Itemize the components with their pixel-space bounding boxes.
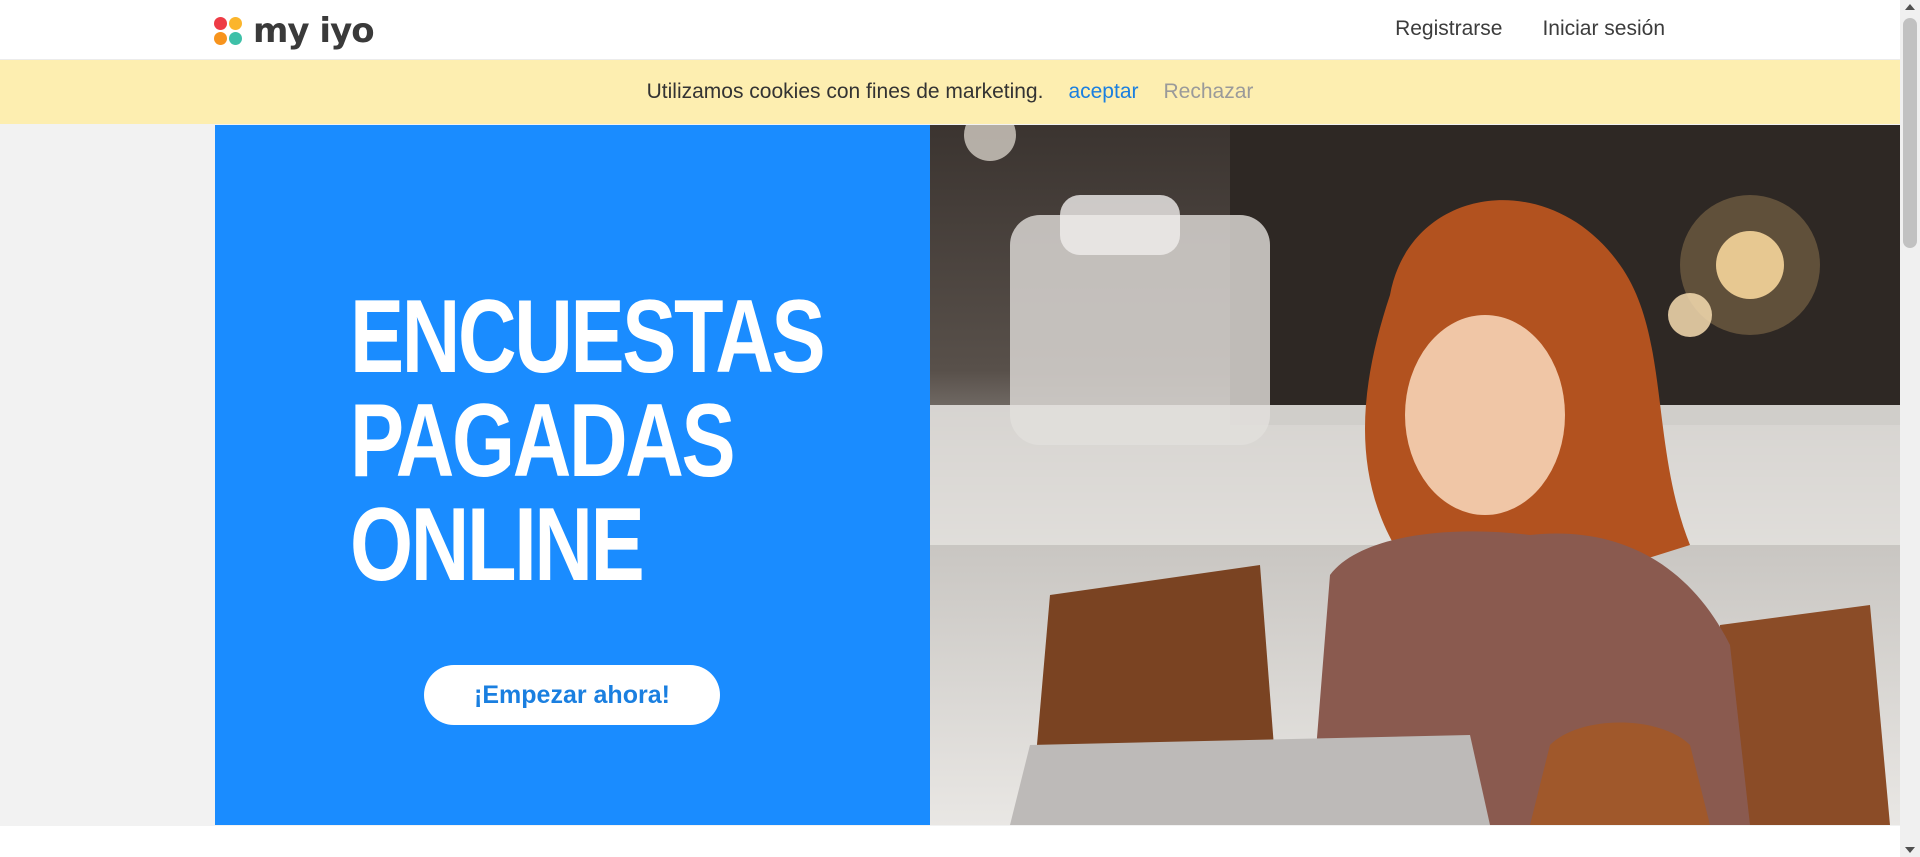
cookie-message: Utilizamos cookies con fines de marketin… (646, 80, 1044, 103)
cookie-accept-link[interactable]: aceptar (1068, 80, 1138, 104)
headline-line-2: PAGADAS (350, 383, 736, 499)
hero-panel: ENCUESTAS PAGADAS ONLINE ¡Empezar ahora! (215, 125, 930, 825)
hero-headline: ENCUESTAS PAGADAS ONLINE (350, 279, 826, 603)
login-link[interactable]: Iniciar sesión (1542, 17, 1665, 41)
site-header: my iyo Registrarse Iniciar sesión (0, 0, 1900, 60)
logo[interactable]: my iyo (214, 11, 375, 51)
photo-woman-laptop-cafe-icon (930, 125, 1900, 825)
scroll-up-arrow-icon[interactable] (1905, 4, 1915, 10)
headline-line-3: ONLINE (350, 487, 645, 603)
hero-photo (930, 125, 1900, 825)
headline-line-1: ENCUESTAS (350, 279, 826, 395)
start-now-button[interactable]: ¡Empezar ahora! (424, 665, 720, 725)
scroll-down-arrow-icon[interactable] (1905, 847, 1915, 853)
logo-icon (214, 16, 243, 46)
scroll-thumb[interactable] (1903, 18, 1917, 248)
register-link[interactable]: Registrarse (1395, 17, 1502, 41)
page-scrollbar[interactable] (1900, 0, 1920, 857)
logo-text: my iyo (253, 11, 375, 51)
below-fold-strip (0, 826, 1900, 857)
cookie-reject-link[interactable]: Rechazar (1164, 80, 1254, 104)
header-nav: Registrarse Iniciar sesión (1395, 17, 1665, 41)
cookie-banner: Utilizamos cookies con fines de marketin… (0, 60, 1900, 124)
